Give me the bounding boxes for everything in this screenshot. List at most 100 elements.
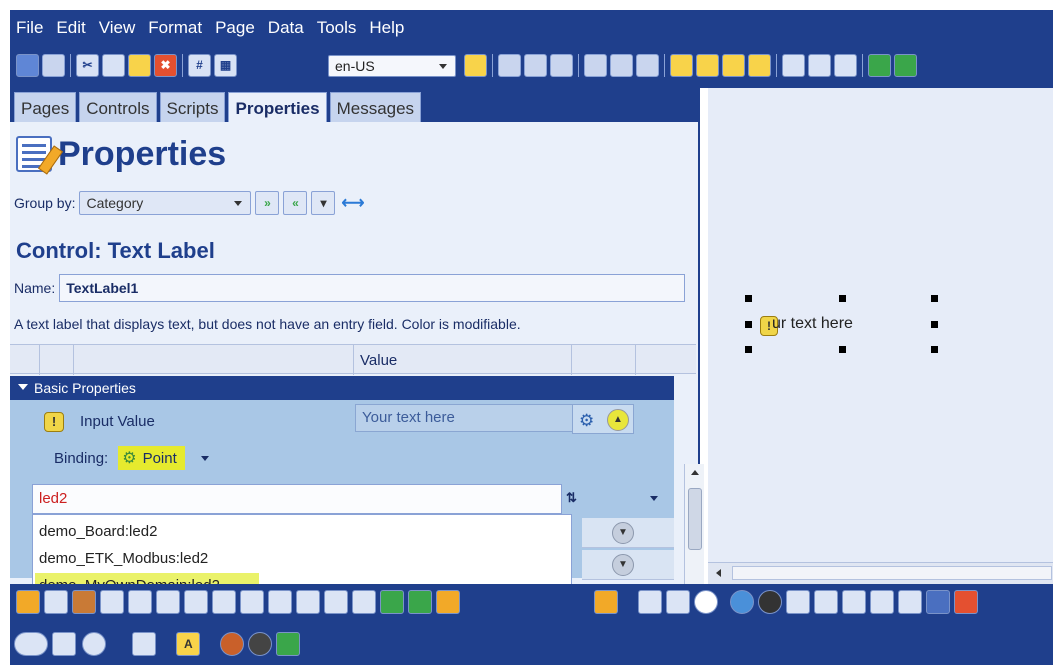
led-tool-icon[interactable] — [220, 632, 244, 656]
panel-tool-icon[interactable] — [184, 590, 208, 614]
section-basic-properties[interactable]: Basic Properties — [10, 376, 674, 400]
table-tool-icon[interactable] — [44, 590, 68, 614]
menu-edit[interactable]: Edit — [56, 18, 85, 38]
slider-tool-icon[interactable] — [954, 590, 978, 614]
align-right-icon[interactable] — [550, 54, 573, 77]
lock-icon[interactable] — [464, 54, 487, 77]
ellipse-tool-icon[interactable] — [14, 632, 48, 656]
text-label-control[interactable]: ur text here — [772, 315, 853, 333]
trend-tool-icon[interactable] — [898, 590, 922, 614]
resize-handle[interactable] — [931, 346, 938, 353]
menu-data[interactable]: Data — [268, 18, 304, 38]
resize-handle[interactable] — [745, 346, 752, 353]
curve-tool-icon[interactable] — [842, 590, 866, 614]
horizontal-scrollbar[interactable] — [708, 562, 1053, 584]
tab-messages[interactable]: Messages — [329, 92, 422, 122]
gear-icon[interactable] — [132, 632, 156, 656]
options-dropdown-icon[interactable]: ▾ — [311, 191, 336, 215]
resize-handle[interactable] — [931, 295, 938, 302]
name-field[interactable]: TextLabel1 — [59, 274, 686, 302]
bar-gauge-icon[interactable] — [926, 590, 950, 614]
scroll-thumb[interactable] — [688, 488, 702, 550]
calendar-icon[interactable] — [666, 590, 690, 614]
button-tool-icon[interactable] — [212, 590, 236, 614]
chart-tool-icon[interactable] — [72, 590, 96, 614]
menu-format[interactable]: Format — [148, 18, 202, 38]
paste-icon[interactable] — [128, 54, 151, 77]
point-search-input[interactable]: led2 — [32, 484, 562, 514]
add-tool-icon[interactable] — [380, 590, 404, 614]
language-select[interactable]: en-US — [328, 55, 456, 77]
bring-forward-icon[interactable] — [670, 54, 693, 77]
menu-page[interactable]: Page — [215, 18, 255, 38]
binding-toggle[interactable]: ⚙ ▲ — [572, 404, 634, 434]
bring-to-front-icon[interactable] — [722, 54, 745, 77]
menu-help[interactable]: Help — [369, 18, 404, 38]
move-tool-icon[interactable] — [408, 590, 432, 614]
export-tool-icon[interactable] — [436, 590, 460, 614]
chevron-down-icon[interactable]: ▼ — [612, 554, 634, 576]
battery-tool-icon[interactable] — [276, 632, 300, 656]
align-top-icon[interactable] — [584, 54, 607, 77]
clock-icon[interactable] — [694, 590, 718, 614]
align-center-icon[interactable] — [524, 54, 547, 77]
resize-handle[interactable] — [839, 346, 846, 353]
connector-tool-icon[interactable] — [786, 590, 810, 614]
rectangle-tool-icon[interactable] — [52, 632, 76, 656]
menu-tools[interactable]: Tools — [317, 18, 357, 38]
dial-tool-icon[interactable] — [758, 590, 782, 614]
tab-scripts[interactable]: Scripts — [159, 92, 226, 122]
bell-icon[interactable] — [16, 590, 40, 614]
chevron-down-icon[interactable]: ▼ — [612, 522, 634, 544]
menu-file[interactable]: File — [16, 18, 43, 38]
tab-controls[interactable]: Controls — [79, 92, 157, 122]
phone-tool-icon[interactable] — [594, 590, 618, 614]
binding-type-select[interactable]: ⚙ Point — [118, 446, 185, 470]
group-icon[interactable] — [782, 54, 805, 77]
checkbox-tool-icon[interactable] — [268, 590, 292, 614]
grid-icon[interactable]: ▦ — [214, 54, 237, 77]
resize-handle[interactable] — [839, 295, 846, 302]
zoom-in-icon[interactable] — [868, 54, 891, 77]
resize-handle[interactable] — [931, 321, 938, 328]
vertical-line-icon[interactable] — [814, 590, 838, 614]
chevron-up-icon[interactable]: ▲ — [607, 409, 629, 431]
select-all-icon[interactable] — [834, 54, 857, 77]
chevron-down-icon[interactable] — [650, 496, 658, 501]
scroll-up-icon[interactable] — [691, 470, 699, 475]
frame-tool-icon[interactable] — [156, 590, 180, 614]
send-backward-icon[interactable] — [696, 54, 719, 77]
collapse-all-icon[interactable]: « — [283, 191, 308, 215]
menu-view[interactable]: View — [99, 18, 136, 38]
send-to-back-icon[interactable] — [748, 54, 771, 77]
knob-tool-icon[interactable] — [248, 632, 272, 656]
sphere-tool-icon[interactable] — [730, 590, 754, 614]
copy-icon[interactable] — [102, 54, 125, 77]
tab-pages[interactable]: Pages — [14, 92, 77, 122]
list-tool-icon[interactable] — [352, 590, 376, 614]
ungroup-icon[interactable] — [808, 54, 831, 77]
image-tool-icon[interactable] — [100, 590, 124, 614]
expand-all-icon[interactable]: » — [255, 191, 280, 215]
resize-handle[interactable] — [745, 321, 752, 328]
cut-icon[interactable]: ✂ — [76, 54, 99, 77]
textbox-tool-icon[interactable] — [324, 590, 348, 614]
radio-tool-icon[interactable] — [296, 590, 320, 614]
swap-arrows-icon[interactable]: ⟷ — [341, 193, 364, 213]
align-bottom-icon[interactable] — [636, 54, 659, 77]
save-icon[interactable] — [42, 54, 65, 77]
delete-icon[interactable]: ✖ — [154, 54, 177, 77]
resize-handle[interactable] — [745, 295, 752, 302]
checkbox-tool-icon[interactable] — [240, 590, 264, 614]
property-value-field[interactable]: Your text here — [355, 404, 573, 432]
group-by-select[interactable]: Category — [79, 191, 252, 215]
chevron-down-icon[interactable] — [200, 455, 209, 461]
sort-icon[interactable]: ⇅ — [566, 490, 577, 506]
grid-snap-icon[interactable]: # — [188, 54, 211, 77]
gauge-tool-icon[interactable] — [870, 590, 894, 614]
open-icon[interactable] — [16, 54, 39, 77]
list-item[interactable]: demo_ETK_Modbus:led2 — [39, 550, 208, 567]
tab-properties[interactable]: Properties — [228, 92, 327, 122]
window-tool-icon[interactable] — [638, 590, 662, 614]
list-item[interactable]: demo_Board:led2 — [39, 523, 157, 540]
